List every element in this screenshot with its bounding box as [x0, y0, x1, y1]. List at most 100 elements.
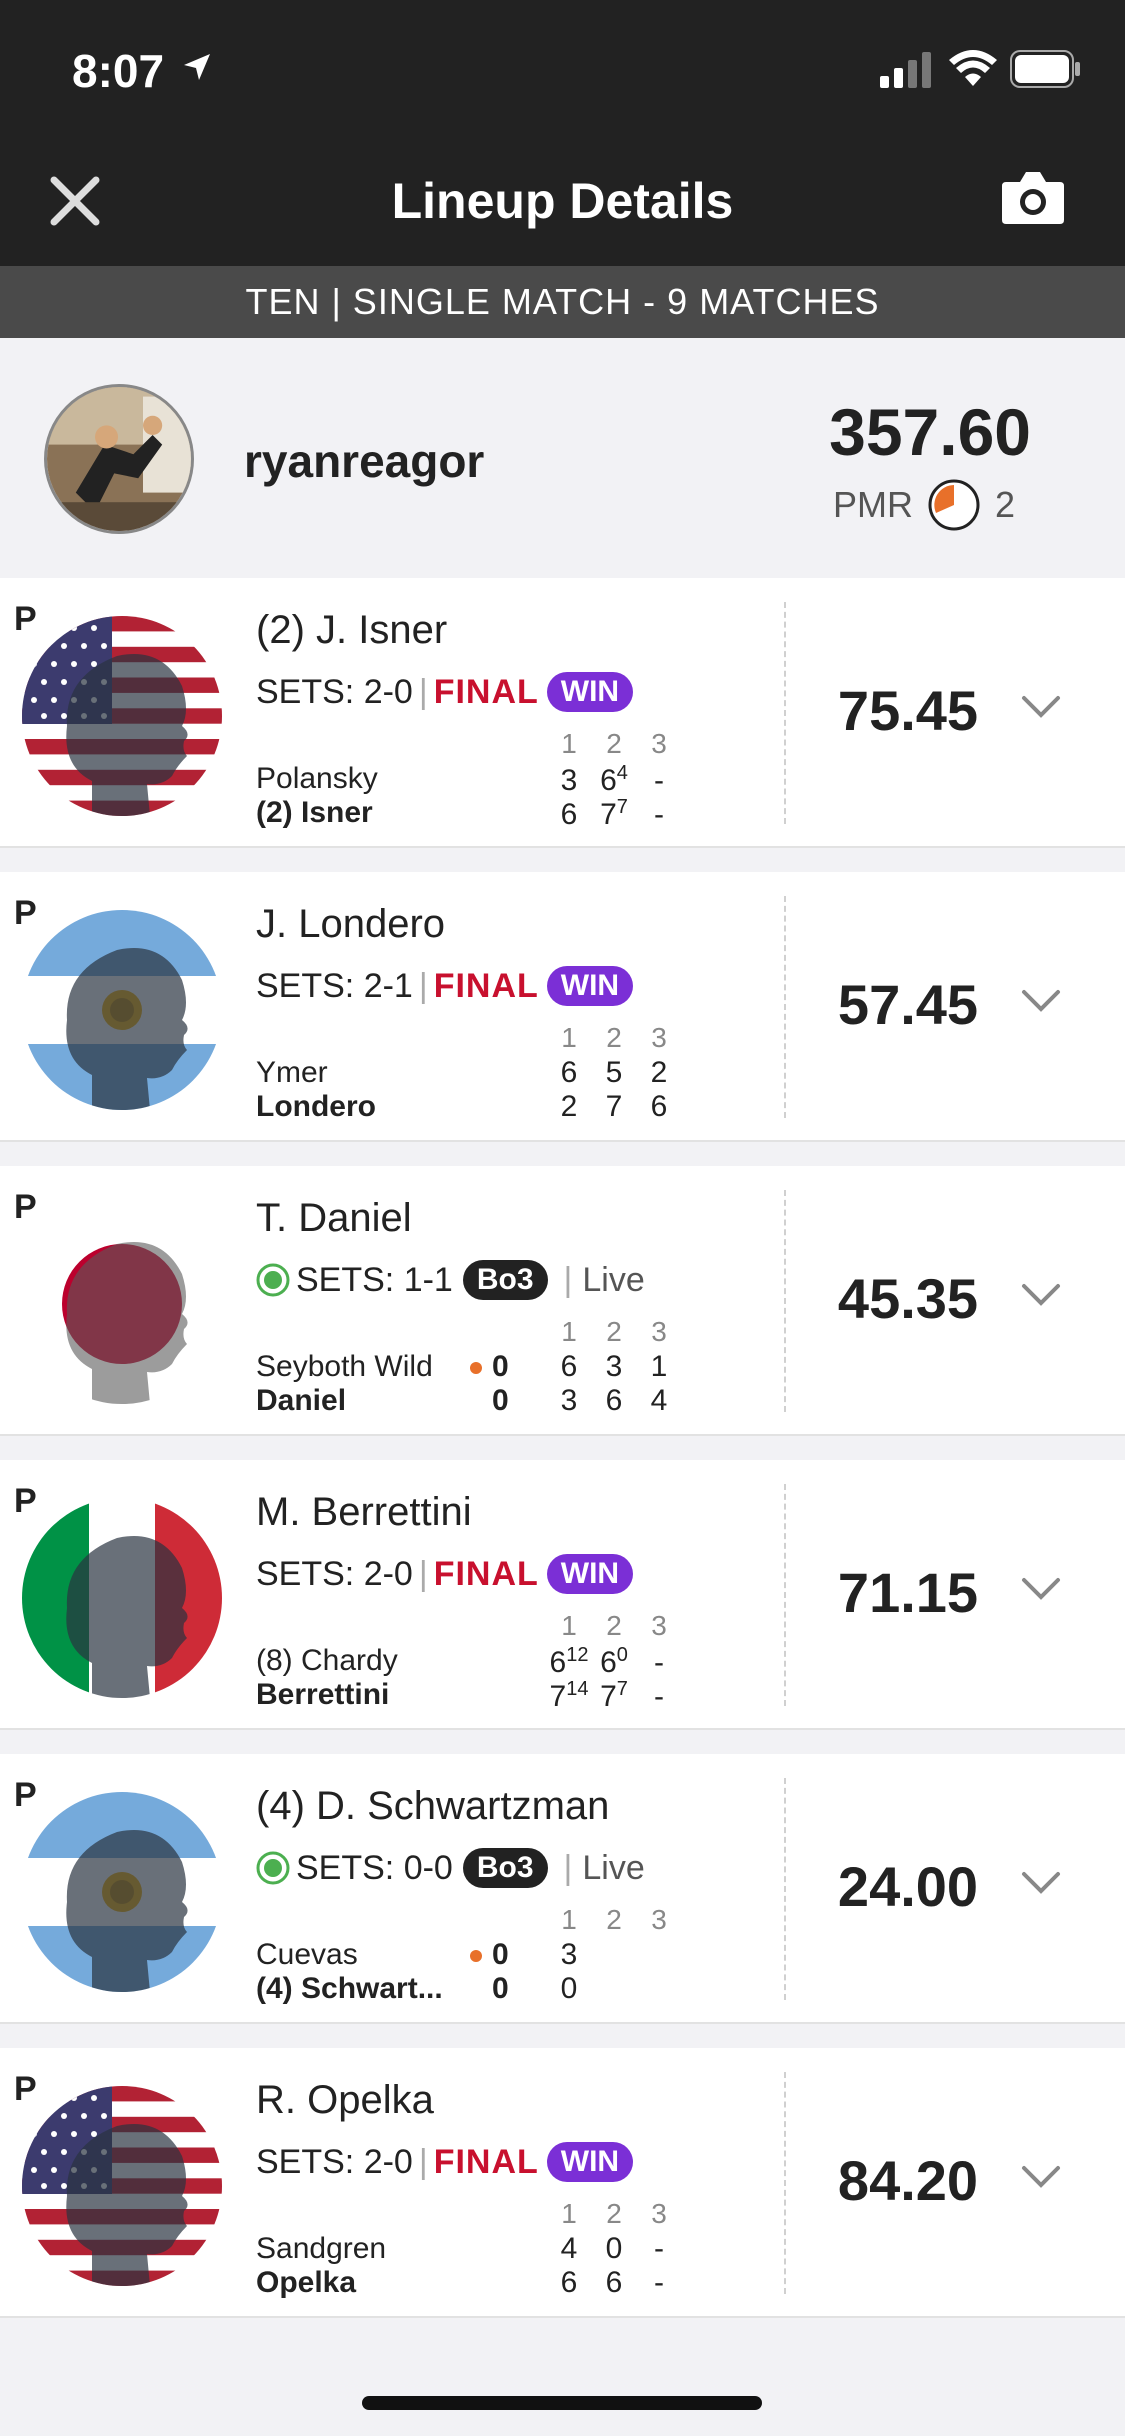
live-label: Live	[582, 1848, 645, 1887]
win-badge: WIN	[546, 966, 634, 1006]
italy-flag-icon	[22, 1498, 222, 1698]
win-badge: WIN	[546, 2142, 634, 2182]
set-score: 714	[549, 1678, 589, 1713]
set-score: 0	[605, 2232, 623, 2265]
player-card-1[interactable]: P (2) J. Isner SETS: 2-0 | FINAL WIN 1 2…	[0, 578, 1125, 848]
usa-flag-icon	[22, 2086, 222, 2286]
set-header: 3	[651, 1316, 667, 1347]
player-name: (2) J. Isner	[256, 608, 448, 652]
set-score: 4	[650, 1384, 668, 1417]
set-header: 2	[606, 2198, 622, 2229]
set-score: 77	[600, 796, 628, 831]
set-score: 2	[560, 1090, 578, 1123]
set-score: -	[654, 2266, 664, 2299]
player-short-name: Opelka	[256, 2266, 357, 2299]
chevron-down-icon[interactable]	[1020, 1870, 1062, 1896]
chevron-down-icon[interactable]	[1020, 694, 1062, 720]
match-status: SETS: 2-0 | FINAL WIN	[256, 2142, 634, 2182]
set-header: 3	[651, 1022, 667, 1053]
set-header: 2	[606, 1610, 622, 1641]
player-name: (4) D. Schwartzman	[256, 1784, 610, 1828]
avatar[interactable]	[44, 384, 194, 534]
match-status: SETS: 2-0 | FINAL WIN	[256, 672, 634, 712]
set-header: 1	[561, 728, 577, 759]
set-score: 4	[560, 2232, 578, 2265]
sets-score: SETS: 0-0	[296, 1848, 453, 1887]
set-score: -	[654, 764, 664, 797]
set-score: 3	[605, 1350, 623, 1383]
set-header: 2	[606, 1904, 622, 1935]
pmr-clock-icon	[928, 479, 980, 531]
chevron-down-icon[interactable]	[1020, 2164, 1062, 2190]
match-status: SETS: 0-0 Bo3 | Live	[256, 1848, 645, 1888]
chevron-down-icon[interactable]	[1020, 1576, 1062, 1602]
battery-icon	[1010, 50, 1080, 88]
set-score: -	[654, 1646, 664, 1679]
set-header: 2	[606, 1022, 622, 1053]
opponent-name: Cuevas	[256, 1938, 358, 1971]
player-card-2[interactable]: P J. Londero SETS: 2-1 | FINAL WIN 1 2 3…	[0, 872, 1125, 1142]
chevron-down-icon[interactable]	[1020, 988, 1062, 1014]
set-score: -	[654, 2232, 664, 2265]
divider	[784, 602, 786, 824]
game-points: 0	[492, 1938, 509, 1971]
set-score: 6	[605, 1384, 623, 1417]
set-score: 6	[560, 798, 578, 831]
live-label: Live	[582, 1260, 645, 1299]
format-badge: Bo3	[462, 1848, 548, 1888]
opponent-name: Ymer	[256, 1056, 328, 1089]
sets-score: SETS: 2-0	[256, 2142, 413, 2181]
final-label: FINAL	[433, 2142, 539, 2181]
fantasy-points: 57.45	[837, 973, 979, 1036]
player-name: T. Daniel	[256, 1196, 412, 1240]
set-score: -	[654, 798, 664, 831]
set-score: 64	[600, 762, 628, 797]
win-badge: WIN	[546, 672, 634, 712]
opponent-name: (8) Chardy	[256, 1644, 398, 1677]
game-points: 0	[492, 1972, 509, 2005]
contest-subheader: TEN | SINGLE MATCH - 9 MATCHES	[0, 266, 1125, 338]
player-name: J. Londero	[256, 902, 446, 946]
user-summary: ryanreagor 357.60 PMR 2	[0, 338, 1125, 578]
camera-icon[interactable]	[1000, 168, 1066, 226]
player-short-name: Berrettini	[256, 1678, 390, 1711]
set-header: 3	[651, 2198, 667, 2229]
player-name: M. Berrettini	[256, 1490, 472, 1534]
game-points: 0	[492, 1384, 509, 1417]
japan-flag-icon	[22, 1204, 222, 1404]
set-header: 1	[561, 1904, 577, 1935]
nav-bar: Lineup Details	[0, 136, 1125, 266]
player-card-6[interactable]: P R. Opelka SETS: 2-0 | FINAL WIN 1 2 3 …	[0, 2048, 1125, 2318]
home-indicator[interactable]	[362, 2396, 762, 2410]
opponent-name: Sandgren	[256, 2232, 387, 2265]
set-score: 6	[560, 1056, 578, 1089]
player-card-5[interactable]: P (4) D. Schwartzman SETS: 0-0 Bo3 | Liv…	[0, 1754, 1125, 2024]
pmr-indicator: PMR 2	[833, 478, 1015, 532]
fantasy-points: 75.45	[837, 679, 979, 742]
final-label: FINAL	[433, 1554, 539, 1593]
set-score: 3	[560, 1938, 578, 1971]
set-score: 5	[605, 1056, 623, 1089]
sets-score: SETS: 2-0	[256, 672, 413, 711]
pmr-label: PMR	[832, 484, 913, 525]
usa-flag-icon	[22, 616, 222, 816]
fantasy-points: 71.15	[837, 1561, 979, 1624]
status-time: 8:07	[72, 45, 165, 97]
argentina-flag-icon	[22, 1792, 222, 1992]
set-score: 6	[560, 1350, 578, 1383]
game-points: 0	[492, 1350, 509, 1383]
pmr-value: 2	[994, 484, 1015, 525]
set-score: 6	[605, 2266, 623, 2299]
set-score: 7	[605, 1090, 623, 1123]
fantasy-points: 24.00	[837, 1855, 979, 1918]
set-score: 6	[650, 1090, 668, 1123]
set-score: 1	[650, 1350, 668, 1383]
fantasy-points: 45.35	[837, 1267, 979, 1330]
player-card-4[interactable]: P M. Berrettini SETS: 2-0 | FINAL WIN 1 …	[0, 1460, 1125, 1730]
set-score: -	[654, 1680, 664, 1713]
set-score: 612	[549, 1644, 589, 1679]
player-card-3[interactable]: P T. Daniel SETS: 1-1 Bo3 | Live 1 2 3 S…	[0, 1166, 1125, 1436]
player-short-name: Daniel	[256, 1384, 347, 1417]
sets-score: SETS: 2-0	[256, 1554, 413, 1593]
chevron-down-icon[interactable]	[1020, 1282, 1062, 1308]
